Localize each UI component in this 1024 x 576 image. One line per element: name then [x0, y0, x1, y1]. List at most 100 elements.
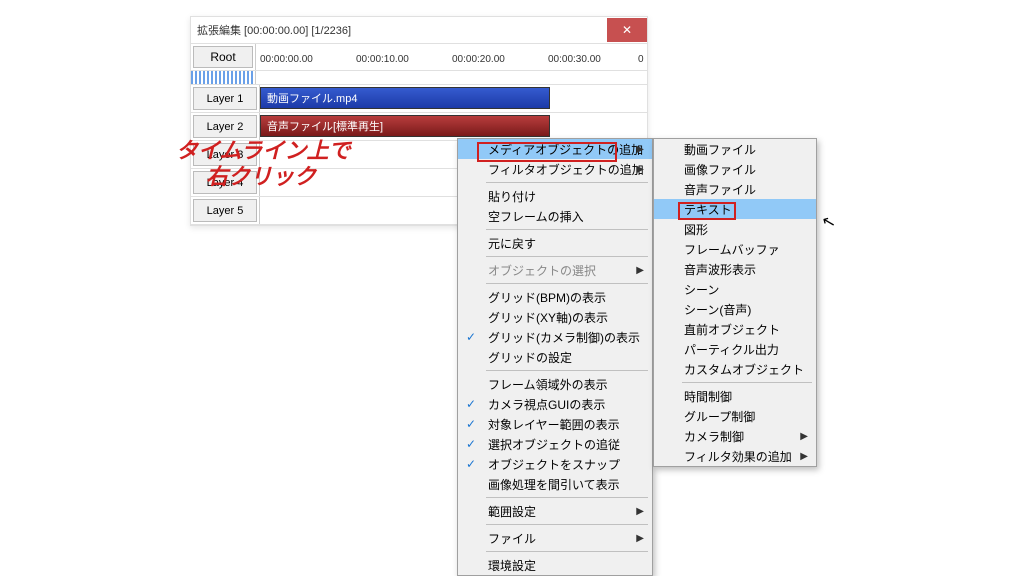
ruler-label: 00:00:00.00 [260, 54, 313, 65]
submenu-group-ctrl[interactable]: グループ制御 [654, 406, 816, 426]
annotation-line1: タイムライン上で [176, 138, 350, 164]
annotation-text: タイムライン上で 右クリック [176, 138, 350, 191]
check-icon: ✓ [466, 457, 476, 471]
menu-label: フィルタ効果の追加 [684, 448, 792, 465]
menu-insert-blank[interactable]: 空フレームの挿入 [458, 206, 652, 226]
chevron-right-icon: ▶ [636, 164, 644, 175]
timeline-ruler[interactable]: 00:00:00.00 00:00:10.00 00:00:20.00 00:0… [255, 44, 647, 70]
submenu-camera-ctrl[interactable]: カメラ制御▶ [654, 426, 816, 446]
submenu-text[interactable]: テキスト [654, 199, 816, 219]
menu-grid-camera[interactable]: ✓ グリッド(カメラ制御)の表示 [458, 327, 652, 347]
submenu-custom[interactable]: カスタムオブジェクト [654, 359, 816, 379]
menu-media-add[interactable]: メディアオブジェクトの追加 ▶ [458, 139, 652, 159]
menu-separator [486, 370, 648, 371]
menu-label: フレームバッファ [684, 241, 780, 258]
menu-separator [486, 283, 648, 284]
menu-follow-sel[interactable]: ✓ 選択オブジェクトの追従 [458, 434, 652, 454]
menu-label: 直前オブジェクト [684, 321, 780, 338]
audio-clip[interactable]: 音声ファイル[標準再生] [260, 115, 550, 137]
stripes-row [191, 71, 647, 85]
track-label[interactable]: Layer 2 [193, 115, 257, 138]
menu-grid-xy[interactable]: グリッド(XY軸)の表示 [458, 307, 652, 327]
submenu-image[interactable]: 画像ファイル [654, 159, 816, 179]
menu-layer-range[interactable]: ✓対象レイヤー範囲の表示 [458, 414, 652, 434]
titlebar[interactable]: 拡張編集 [00:00:00.00] [1/2236] ✕ [191, 17, 647, 43]
menu-label: 元に戻す [488, 235, 536, 252]
menu-label: グリッド(カメラ制御)の表示 [488, 329, 640, 346]
track-area[interactable]: 動画ファイル.mp4 [259, 85, 647, 112]
menu-range[interactable]: 範囲設定▶ [458, 501, 652, 521]
menu-label: 画像処理を間引いて表示 [488, 476, 620, 493]
menu-label: シーン(音声) [684, 301, 751, 318]
submenu-scene[interactable]: シーン [654, 279, 816, 299]
track-area[interactable]: 音声ファイル[標準再生] [259, 113, 647, 140]
chevron-right-icon: ▶ [636, 144, 644, 155]
menu-label: 音声波形表示 [684, 261, 756, 278]
menu-env[interactable]: 環境設定 [458, 555, 652, 575]
submenu-prev-obj[interactable]: 直前オブジェクト [654, 319, 816, 339]
context-menu-main: メディアオブジェクトの追加 ▶ フィルタオブジェクトの追加 ▶ 貼り付け 空フレ… [457, 138, 653, 576]
menu-separator [486, 551, 648, 552]
timeline-header: Root 00:00:00.00 00:00:10.00 00:00:20.00… [191, 43, 647, 71]
video-clip[interactable]: 動画ファイル.mp4 [260, 87, 550, 109]
menu-snap[interactable]: ✓ オブジェクトをスナップ [458, 454, 652, 474]
clip-label: 動画ファイル.mp4 [267, 90, 357, 106]
check-icon: ✓ [466, 437, 476, 451]
submenu-time-ctrl[interactable]: 時間制御 [654, 386, 816, 406]
menu-separator [486, 256, 648, 257]
track-row: Layer 2 音声ファイル[標準再生] [191, 113, 647, 141]
menu-label: 空フレームの挿入 [488, 208, 584, 225]
close-button[interactable]: ✕ [607, 18, 647, 42]
submenu-waveform[interactable]: 音声波形表示 [654, 259, 816, 279]
menu-file[interactable]: ファイル▶ [458, 528, 652, 548]
stripes-area [255, 71, 647, 84]
menu-frame-out[interactable]: フレーム領域外の表示 [458, 374, 652, 394]
submenu-shape[interactable]: 図形 [654, 219, 816, 239]
clip-label: 音声ファイル[標準再生] [267, 118, 383, 134]
menu-separator [486, 524, 648, 525]
submenu-framebuf[interactable]: フレームバッファ [654, 239, 816, 259]
chevron-right-icon: ▶ [636, 506, 644, 517]
menu-camera-gui[interactable]: ✓カメラ視点GUIの表示 [458, 394, 652, 414]
menu-undo[interactable]: 元に戻す [458, 233, 652, 253]
menu-label: カメラ制御 [684, 428, 744, 445]
submenu-video[interactable]: 動画ファイル [654, 139, 816, 159]
menu-grid-settings[interactable]: グリッドの設定 [458, 347, 652, 367]
submenu-scene-audio[interactable]: シーン(音声) [654, 299, 816, 319]
menu-label: 選択オブジェクトの追従 [488, 436, 620, 453]
menu-label: 環境設定 [488, 557, 536, 574]
menu-separator [486, 182, 648, 183]
mouse-cursor-icon: ↖ [820, 211, 838, 234]
track-label[interactable]: Layer 5 [193, 199, 257, 222]
track-label[interactable]: Layer 1 [193, 87, 257, 110]
ruler-label: 00:00:30.00 [548, 54, 601, 65]
check-icon: ✓ [466, 397, 476, 411]
menu-label: オブジェクトの選択 [488, 262, 596, 279]
submenu-audio[interactable]: 音声ファイル [654, 179, 816, 199]
root-button[interactable]: Root [193, 46, 253, 68]
menu-grid-bpm[interactable]: グリッド(BPM)の表示 [458, 287, 652, 307]
chevron-right-icon: ▶ [800, 451, 808, 462]
menu-label: シーン [684, 281, 719, 298]
window-title: 拡張編集 [00:00:00.00] [1/2236] [197, 22, 607, 38]
menu-label: フレーム領域外の表示 [488, 376, 608, 393]
check-icon: ✓ [466, 417, 476, 431]
menu-label: カスタムオブジェクト [684, 361, 804, 378]
menu-thinning[interactable]: 画像処理を間引いて表示 [458, 474, 652, 494]
check-icon: ✓ [466, 330, 476, 344]
menu-label: テキスト [684, 201, 732, 218]
menu-label: フィルタオブジェクトの追加 [488, 161, 644, 178]
menu-label: グリッド(BPM)の表示 [488, 289, 606, 306]
submenu-particle[interactable]: パーティクル出力 [654, 339, 816, 359]
submenu-filter-effect[interactable]: フィルタ効果の追加 ▶ [654, 446, 816, 466]
menu-object-select: オブジェクトの選択 ▶ [458, 260, 652, 280]
menu-label: オブジェクトをスナップ [488, 456, 620, 473]
menu-label: 時間制御 [684, 388, 732, 405]
menu-paste[interactable]: 貼り付け [458, 186, 652, 206]
context-submenu-media: 動画ファイル 画像ファイル 音声ファイル テキスト 図形 フレームバッファ 音声… [653, 138, 817, 467]
menu-label: 動画ファイル [684, 141, 756, 158]
annotation-line2: 右クリック [206, 164, 350, 190]
menu-label: 画像ファイル [684, 161, 756, 178]
menu-filter-add[interactable]: フィルタオブジェクトの追加 ▶ [458, 159, 652, 179]
ruler-ticks [256, 46, 647, 52]
